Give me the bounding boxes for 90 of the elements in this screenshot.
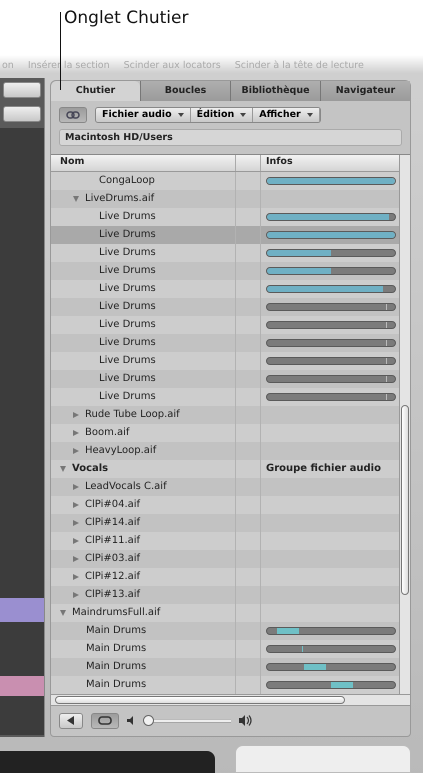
- vertical-scrollbar[interactable]: [399, 154, 410, 694]
- tab[interactable]: Bibliothèque: [230, 80, 320, 101]
- tab[interactable]: Navigateur: [320, 80, 410, 101]
- list-row[interactable]: Live Drums: [51, 208, 399, 226]
- item-name: LiveDrums.aif: [85, 192, 154, 206]
- item-name: Main Drums: [86, 624, 146, 638]
- menu-button[interactable]: Afficher: [253, 108, 320, 122]
- item-name: Live Drums: [99, 300, 156, 314]
- item-name: Main Drums: [86, 678, 146, 692]
- item-name: Live Drums: [99, 264, 156, 278]
- list-row[interactable]: Live Drums: [51, 244, 399, 262]
- path-field[interactable]: Macintosh HD/Users: [59, 128, 402, 146]
- region-block: [0, 676, 44, 696]
- disclosure-triangle-icon[interactable]: [73, 484, 79, 490]
- callout-label: Onglet Chutier: [64, 7, 188, 30]
- item-name: ClPi#11.aif: [85, 534, 140, 548]
- item-name: Vocals: [72, 462, 108, 476]
- item-name: Live Drums: [99, 318, 156, 332]
- item-name: CongaLoop: [99, 174, 155, 188]
- scrollbar-thumb[interactable]: [401, 404, 409, 595]
- disclosure-triangle-icon[interactable]: [73, 502, 79, 508]
- prelisten-button[interactable]: [59, 712, 83, 729]
- speaker-loud-icon: [239, 715, 253, 726]
- disclosure-triangle-icon[interactable]: [73, 448, 79, 454]
- item-name: Live Drums: [99, 390, 156, 404]
- list-row[interactable]: ClPi#11.aif: [51, 532, 399, 550]
- caret-icon: [240, 112, 246, 117]
- item-name: Live Drums: [99, 246, 156, 260]
- disclosure-triangle-icon[interactable]: [73, 574, 79, 580]
- item-name: Live Drums: [99, 354, 156, 368]
- list-row[interactable]: Main Drums: [51, 640, 399, 658]
- list-row[interactable]: MaindrumsFull.aif: [51, 604, 399, 622]
- horizontal-scrollbar[interactable]: [51, 694, 410, 706]
- disclosure-triangle-icon[interactable]: [73, 430, 79, 436]
- tab[interactable]: Boucles: [140, 80, 230, 101]
- dropdown[interactable]: [3, 82, 41, 98]
- item-name: ClPi#04.aif: [85, 498, 140, 512]
- item-name: Live Drums: [99, 228, 156, 242]
- region-block: [0, 598, 44, 622]
- item-name: Live Drums: [99, 336, 156, 350]
- loop-button[interactable]: [91, 712, 119, 729]
- item-name: Main Drums: [86, 660, 146, 674]
- bar-segment: [304, 664, 326, 670]
- link-button[interactable]: [59, 106, 87, 123]
- column-header[interactable]: Nom: [60, 156, 84, 167]
- info-text: Groupe fichier audio: [266, 463, 381, 474]
- list-row[interactable]: Live Drums: [51, 280, 399, 298]
- link-icon: [66, 110, 80, 119]
- disclosure-triangle-icon[interactable]: [73, 196, 79, 202]
- list-row[interactable]: Main Drums: [51, 676, 399, 694]
- column-header[interactable]: Infos: [266, 156, 293, 167]
- menu-button[interactable]: Fichier audio: [96, 108, 191, 122]
- list-row[interactable]: Boom.aif: [51, 424, 399, 442]
- item-name: HeavyLoop.aif: [85, 444, 156, 458]
- caret-icon: [306, 112, 313, 117]
- item-name: Live Drums: [99, 372, 156, 386]
- item-name: Live Drums: [99, 210, 156, 224]
- list-row[interactable]: Vocals Groupe fichier audio: [51, 460, 399, 478]
- item-name: ClPi#13.aif: [85, 588, 140, 602]
- list-row[interactable]: CongaLoop: [51, 172, 399, 190]
- bar-segment: [277, 628, 299, 634]
- list-row[interactable]: Live Drums: [51, 352, 399, 370]
- list-row[interactable]: ClPi#12.aif: [51, 568, 399, 586]
- play-reverse-icon: [66, 716, 76, 726]
- disclosure-triangle-icon[interactable]: [60, 466, 66, 472]
- disclosure-triangle-icon[interactable]: [60, 610, 66, 616]
- item-name: MaindrumsFull.aif: [72, 606, 160, 620]
- disclosure-triangle-icon[interactable]: [73, 520, 79, 526]
- tab[interactable]: Chutier: [51, 80, 140, 101]
- list-row[interactable]: ClPi#04.aif: [51, 496, 399, 514]
- item-name: Live Drums: [99, 282, 156, 296]
- disclosure-triangle-icon[interactable]: [73, 538, 79, 544]
- list-row[interactable]: Live Drums: [51, 226, 399, 244]
- loop-icon: [98, 716, 112, 726]
- caret-icon: [178, 112, 184, 117]
- disclosure-triangle-icon[interactable]: [73, 556, 79, 562]
- item-name: Boom.aif: [85, 426, 130, 440]
- menu-button[interactable]: Édition: [190, 108, 254, 122]
- item-name: Main Drums: [86, 642, 146, 656]
- list-row[interactable]: Live Drums: [51, 316, 399, 334]
- disclosure-triangle-icon[interactable]: [73, 412, 79, 418]
- item-name: Rude Tube Loop.aif: [85, 408, 180, 422]
- list-row[interactable]: Live Drums: [51, 388, 399, 406]
- item-name: ClPi#03.aif: [85, 552, 140, 566]
- scrollbar-thumb[interactable]: [55, 696, 345, 704]
- item-name: ClPi#12.aif: [85, 570, 140, 584]
- item-name: LeadVocals C.aif: [85, 480, 167, 494]
- item-name: ClPi#14.aif: [85, 516, 140, 530]
- bar-segment: [331, 682, 353, 688]
- disclosure-triangle-icon[interactable]: [73, 592, 79, 598]
